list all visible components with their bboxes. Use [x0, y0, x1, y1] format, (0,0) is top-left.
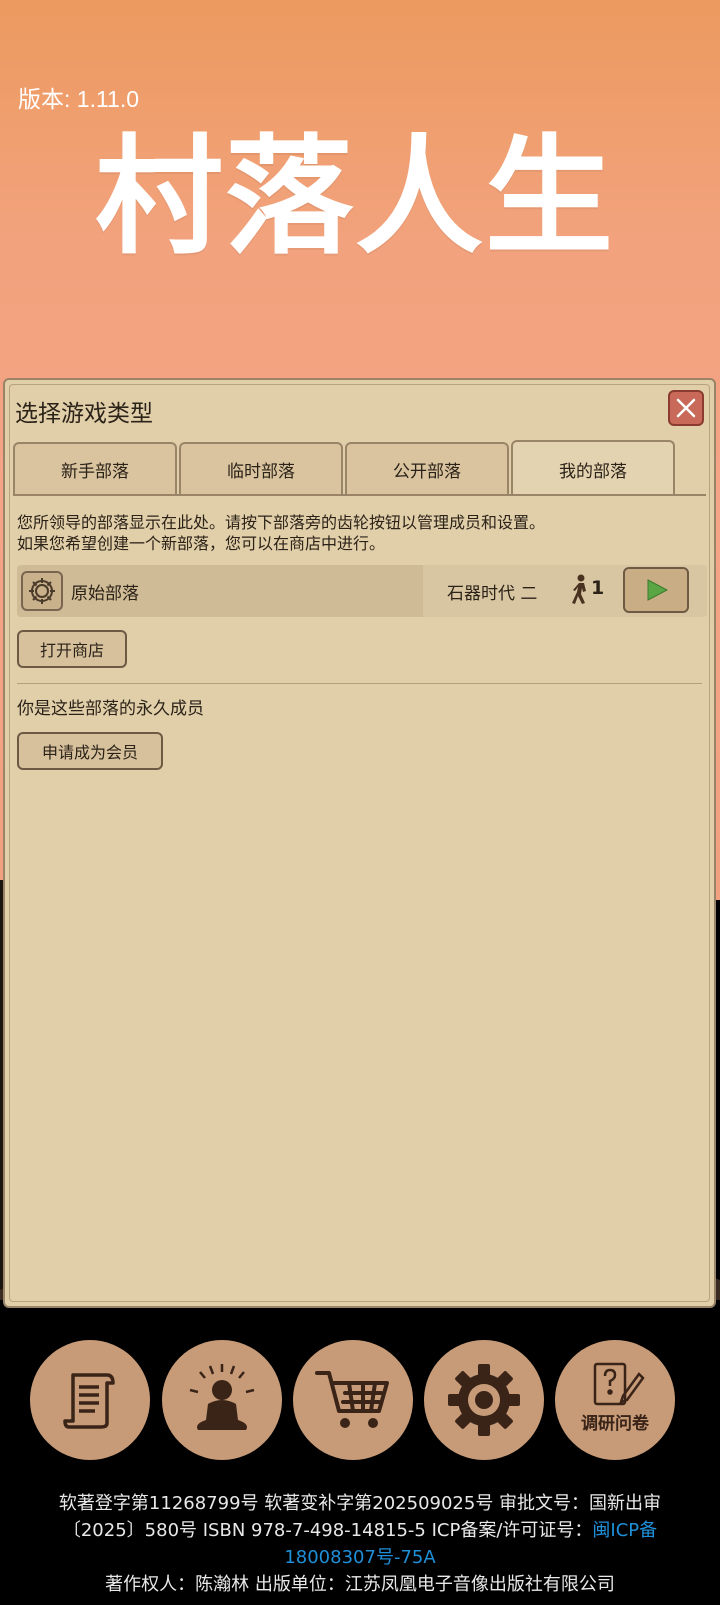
member-count: 1 — [591, 577, 605, 599]
footer-line-2-text: 〔2025〕580号 ISBN 978-7-498-14815-5 ICP备案/… — [62, 1520, 593, 1541]
scroll-icon — [63, 1373, 115, 1429]
game-logo: 村落人生 — [95, 123, 616, 272]
tab-divider — [13, 494, 706, 496]
nav-meditation-button[interactable] — [162, 1340, 282, 1460]
close-icon — [676, 398, 696, 418]
description: 您所领导的部落显示在此处。请按下部落旁的齿轮按钮以管理成员和设置。 如果您希望创… — [17, 512, 545, 554]
gear-icon — [29, 578, 55, 604]
nav-shop-button[interactable] — [293, 1340, 413, 1460]
tab-my-tribe[interactable]: 我的部落 — [511, 440, 675, 496]
tribe-era: 石器时代 二 — [447, 584, 538, 604]
play-icon — [647, 579, 669, 601]
close-button[interactable] — [668, 390, 704, 426]
tribe-settings-button[interactable] — [21, 571, 63, 611]
survey-icon — [593, 1362, 645, 1406]
footer-line-4: 著作权人：陈瀚林 出版单位：江苏凤凰电子音像出版社有限公司 — [105, 1574, 615, 1595]
tab-public-tribe[interactable]: 公开部落 — [345, 442, 509, 494]
apply-membership-button[interactable]: 申请成为会员 — [17, 732, 163, 770]
footer-line-2: 〔2025〕580号 ISBN 978-7-498-14815-5 ICP备案/… — [0, 1517, 720, 1544]
nav-scroll-button[interactable] — [30, 1340, 150, 1460]
tab-novice-tribe[interactable]: 新手部落 — [13, 442, 177, 494]
version-label: 版本: 1.11.0 — [18, 86, 140, 112]
footer-line-1: 软著登字第11268799号 软著变补字第202509025号 审批文号：国新出… — [58, 1493, 662, 1514]
nav-survey-button[interactable]: 调研问卷 — [555, 1340, 675, 1460]
footer-legal: 软著登字第11268799号 软著变补字第202509025号 审批文号：国新出… — [0, 1490, 720, 1598]
nav-settings-button[interactable] — [424, 1340, 544, 1460]
tribe-name: 原始部落 — [71, 584, 139, 604]
game-type-dialog: 选择游戏类型 新手部落 临时部落 公开部落 我的部落 您所领导的部落显示在此处。… — [3, 378, 716, 1308]
tab-temporary-tribe[interactable]: 临时部落 — [179, 442, 343, 494]
survey-label: 调研问卷 — [581, 1414, 649, 1434]
description-line-2: 如果您希望创建一个新部落，您可以在商店中进行。 — [17, 534, 386, 553]
play-tribe-button[interactable] — [623, 567, 689, 613]
meditation-icon — [189, 1364, 255, 1430]
footer-line-3: 18008307号-75A — [0, 1544, 720, 1571]
permanent-member-text: 你是这些部落的永久成员 — [17, 699, 204, 719]
cart-icon — [315, 1371, 389, 1428]
description-line-1: 您所领导的部落显示在此处。请按下部落旁的齿轮按钮以管理成员和设置。 — [17, 513, 546, 532]
walking-person-icon — [572, 574, 586, 604]
open-shop-button[interactable]: 打开商店 — [17, 630, 127, 668]
gear-icon — [448, 1364, 520, 1436]
tab-bar: 新手部落 临时部落 公开部落 我的部落 — [13, 440, 703, 496]
icp-link-part-1[interactable]: 闽ICP备 — [592, 1520, 657, 1541]
icp-link-part-2[interactable]: 18008307号-75A — [284, 1547, 435, 1568]
tribe-row: 原始部落 石器时代 二 1 — [17, 565, 707, 617]
section-divider — [17, 683, 702, 684]
dialog-title: 选择游戏类型 — [15, 401, 153, 427]
